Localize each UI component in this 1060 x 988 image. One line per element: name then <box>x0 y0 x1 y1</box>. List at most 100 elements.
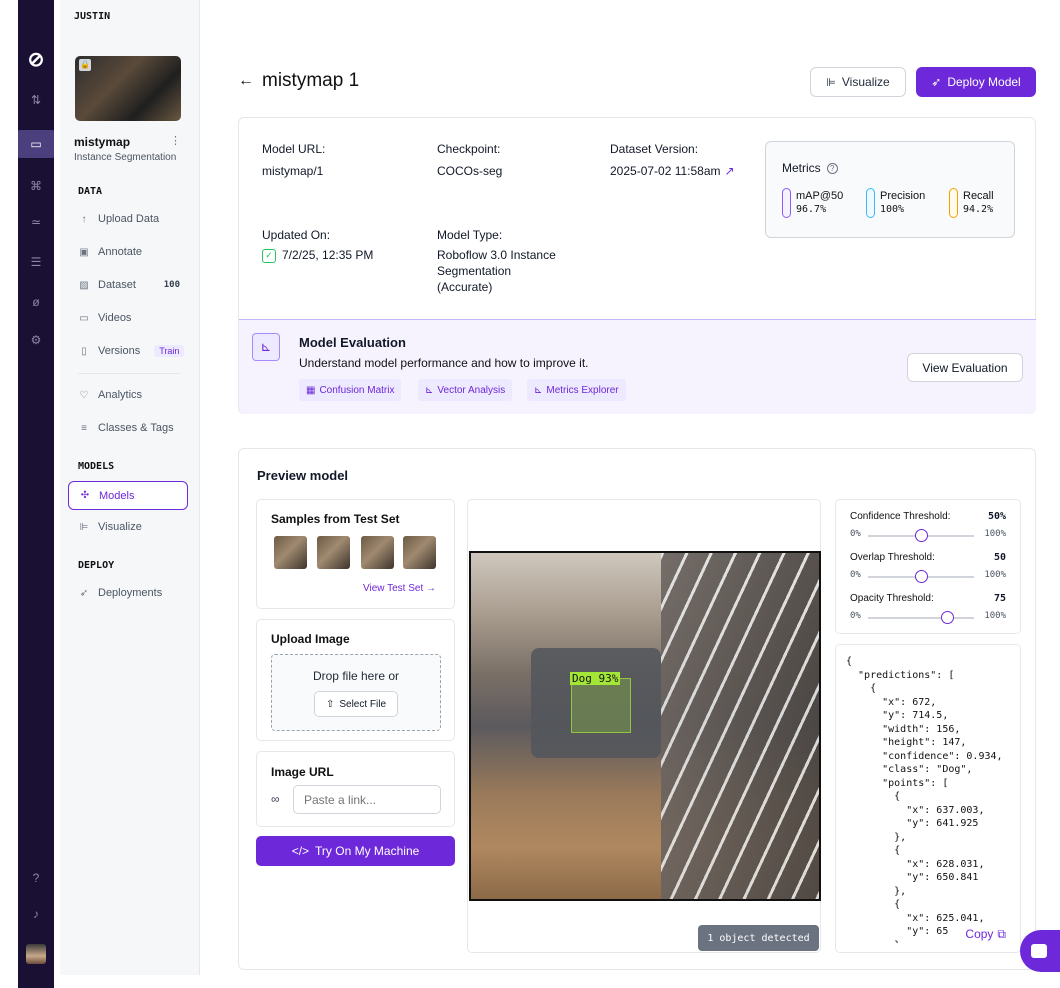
sidebar-item-label: Classes & Tags <box>98 422 174 434</box>
monitoring-icon[interactable]: ≃ <box>18 208 54 236</box>
drop-zone[interactable]: Drop file here or ⇧ Select File <box>271 654 441 731</box>
sort-icon[interactable]: ⇅ <box>18 86 54 114</box>
overlap-max: 100% <box>984 570 1006 580</box>
workspace-name[interactable]: JUSTIN <box>74 11 110 22</box>
json-output[interactable]: { "predictions": [ { "x": 672, "y": 714.… <box>846 655 1016 943</box>
metric-value: 94.2% <box>963 204 994 215</box>
upload-icon: ↑ <box>81 213 87 225</box>
video-icon: ▭ <box>79 312 89 324</box>
dataset-version-link[interactable]: 2025-07-02 11:58am ↗ <box>610 164 735 179</box>
confidence-label: Confidence Threshold: <box>850 511 951 522</box>
workflows-icon[interactable]: ⌘ <box>18 172 54 200</box>
overlap-value: 50 <box>993 552 1006 563</box>
confidence-value: 50% <box>987 511 1006 522</box>
code-icon: </> <box>291 844 310 858</box>
more-icon[interactable]: ⋮ <box>170 134 181 147</box>
model-url-value[interactable]: mistymap/1 <box>262 164 323 179</box>
chat-support-button[interactable] <box>1020 930 1060 972</box>
projects-icon[interactable]: ▭ <box>18 130 54 158</box>
upload-panel: Upload Image Drop file here or ⇧ Select F… <box>256 619 455 741</box>
grid-icon: ▦ <box>306 384 316 396</box>
confidence-slider[interactable] <box>868 529 974 542</box>
sidebar-item-dataset[interactable]: ▨ Dataset 100 <box>68 272 188 298</box>
preview-section: Preview model Samples from Test Set View… <box>238 448 1036 970</box>
sidebar-item-visualize[interactable]: ⊫ Visualize <box>68 514 188 540</box>
try-button-label: Try On My Machine <box>315 844 420 858</box>
view-test-set-link[interactable]: View Test Set → <box>363 583 436 594</box>
chip-label: Metrics Explorer <box>546 384 619 396</box>
sidebar-item-label: Analytics <box>98 389 143 401</box>
train-badge[interactable]: Train <box>154 345 185 357</box>
storage-icon[interactable]: ☰ <box>18 248 54 276</box>
preview-image[interactable]: Dog 93% <box>469 551 821 901</box>
confusion-matrix-chip[interactable]: ▦ Confusion Matrix <box>299 379 402 401</box>
select-file-button[interactable]: ⇧ Select File <box>314 691 398 717</box>
metrics-panel: Metrics ? mAP@50 96.7% Precision 100% Reca… <box>765 141 1015 238</box>
upload-title: Upload Image <box>271 632 350 646</box>
metric-name: Precision <box>880 190 926 202</box>
sidebar-item-annotate[interactable]: ▣ Annotate <box>68 239 188 265</box>
deploy-heading: DEPLOY <box>78 560 115 571</box>
classes-icon: ≡ <box>81 422 87 434</box>
user-avatar[interactable] <box>18 940 54 968</box>
opacity-slider[interactable] <box>868 611 974 624</box>
project-thumbnail[interactable]: 🔒 <box>75 56 181 121</box>
models-heading: MODELS <box>78 461 115 472</box>
select-file-label: Select File <box>339 698 387 710</box>
deploy-icon: ➶ <box>79 587 89 599</box>
overlap-slider[interactable] <box>868 570 974 583</box>
sidebar-item-deployments[interactable]: ➶ Deployments <box>68 580 188 606</box>
model-url-label: Model URL: <box>262 142 326 156</box>
metric-name: mAP@50 <box>796 190 844 202</box>
visualize-button-label: Visualize <box>841 75 890 89</box>
sample-thumbnail[interactable] <box>274 536 307 569</box>
sample-thumbnail[interactable] <box>403 536 436 569</box>
sample-thumbnail[interactable] <box>361 536 394 569</box>
checkpoint-label: Checkpoint: <box>437 142 501 156</box>
app-rail: ⊘ ⇅ ▭ ⌘ ≃ ☰ ø ⚙ ? ♪ <box>18 0 54 988</box>
view-evaluation-button[interactable]: View Evaluation <box>907 353 1023 382</box>
help-icon[interactable]: ? <box>18 864 54 892</box>
sidebar-item-versions[interactable]: ▯ Versions Train <box>68 338 188 364</box>
try-on-my-machine-button[interactable]: </> Try On My Machine <box>256 836 455 866</box>
dataset-count-badge: 100 <box>163 280 180 290</box>
sidebar-item-label: Deployments <box>98 587 163 599</box>
visualize-button[interactable]: ⊫ Visualize <box>810 67 906 97</box>
sample-thumbnail[interactable] <box>317 536 350 569</box>
image-url-input[interactable] <box>293 785 441 814</box>
back-arrow-icon[interactable]: ← <box>238 72 254 90</box>
confidence-slider-knob[interactable] <box>914 529 928 542</box>
metrics-title: Metrics <box>782 161 821 175</box>
updated-label: Updated On: <box>262 228 331 242</box>
settings-icon[interactable]: ⚙ <box>18 326 54 354</box>
image-url-panel: Image URL ∞ <box>256 751 455 827</box>
sidebar-item-analytics[interactable]: ♡ Analytics <box>68 382 188 408</box>
sidebar-item-classes[interactable]: ≡ Classes & Tags <box>68 415 188 441</box>
thresholds-panel: Confidence Threshold: 50% 0% 100% Overla… <box>835 499 1021 634</box>
preview-title: Preview model <box>257 468 349 483</box>
sidebar-item-models[interactable]: ✣ Models <box>68 481 188 510</box>
dataset-version-label: Dataset Version: <box>610 142 699 156</box>
info-icon[interactable]: ? <box>826 162 838 174</box>
sidebar-item-label: Dataset <box>98 279 136 291</box>
sidebar-item-label: Videos <box>98 312 132 324</box>
project-name: mistymap <box>74 135 131 149</box>
opacity-value: 75 <box>993 593 1006 604</box>
metrics-explorer-chip[interactable]: ⊾ Metrics Explorer <box>527 379 626 401</box>
updated-value: ✓ 7/2/25, 12:35 PM <box>262 248 373 263</box>
overlap-slider-knob[interactable] <box>914 570 928 583</box>
deploy-model-button[interactable]: ➶ Deploy Model <box>916 67 1036 97</box>
opacity-slider-knob[interactable] <box>941 611 954 624</box>
link-icon: ∞ <box>271 792 280 806</box>
bell-icon[interactable]: ♪ <box>18 900 54 928</box>
vector-analysis-chip[interactable]: ⊾ Vector Analysis <box>418 379 513 401</box>
copy-button[interactable]: Copy ⧉ <box>961 927 1006 942</box>
universe-icon[interactable]: ø <box>18 288 54 316</box>
sidebar-divider <box>78 373 180 374</box>
sidebar-item-label: Models <box>99 489 135 502</box>
roboflow-logo[interactable]: ⊘ <box>18 45 54 73</box>
samples-title: Samples from Test Set <box>271 512 400 526</box>
sidebar-item-videos[interactable]: ▭ Videos <box>68 305 188 331</box>
sidebar-item-upload[interactable]: ↑ Upload Data <box>68 206 188 232</box>
json-output-panel: { "predictions": [ { "x": 672, "y": 714.… <box>835 644 1021 953</box>
